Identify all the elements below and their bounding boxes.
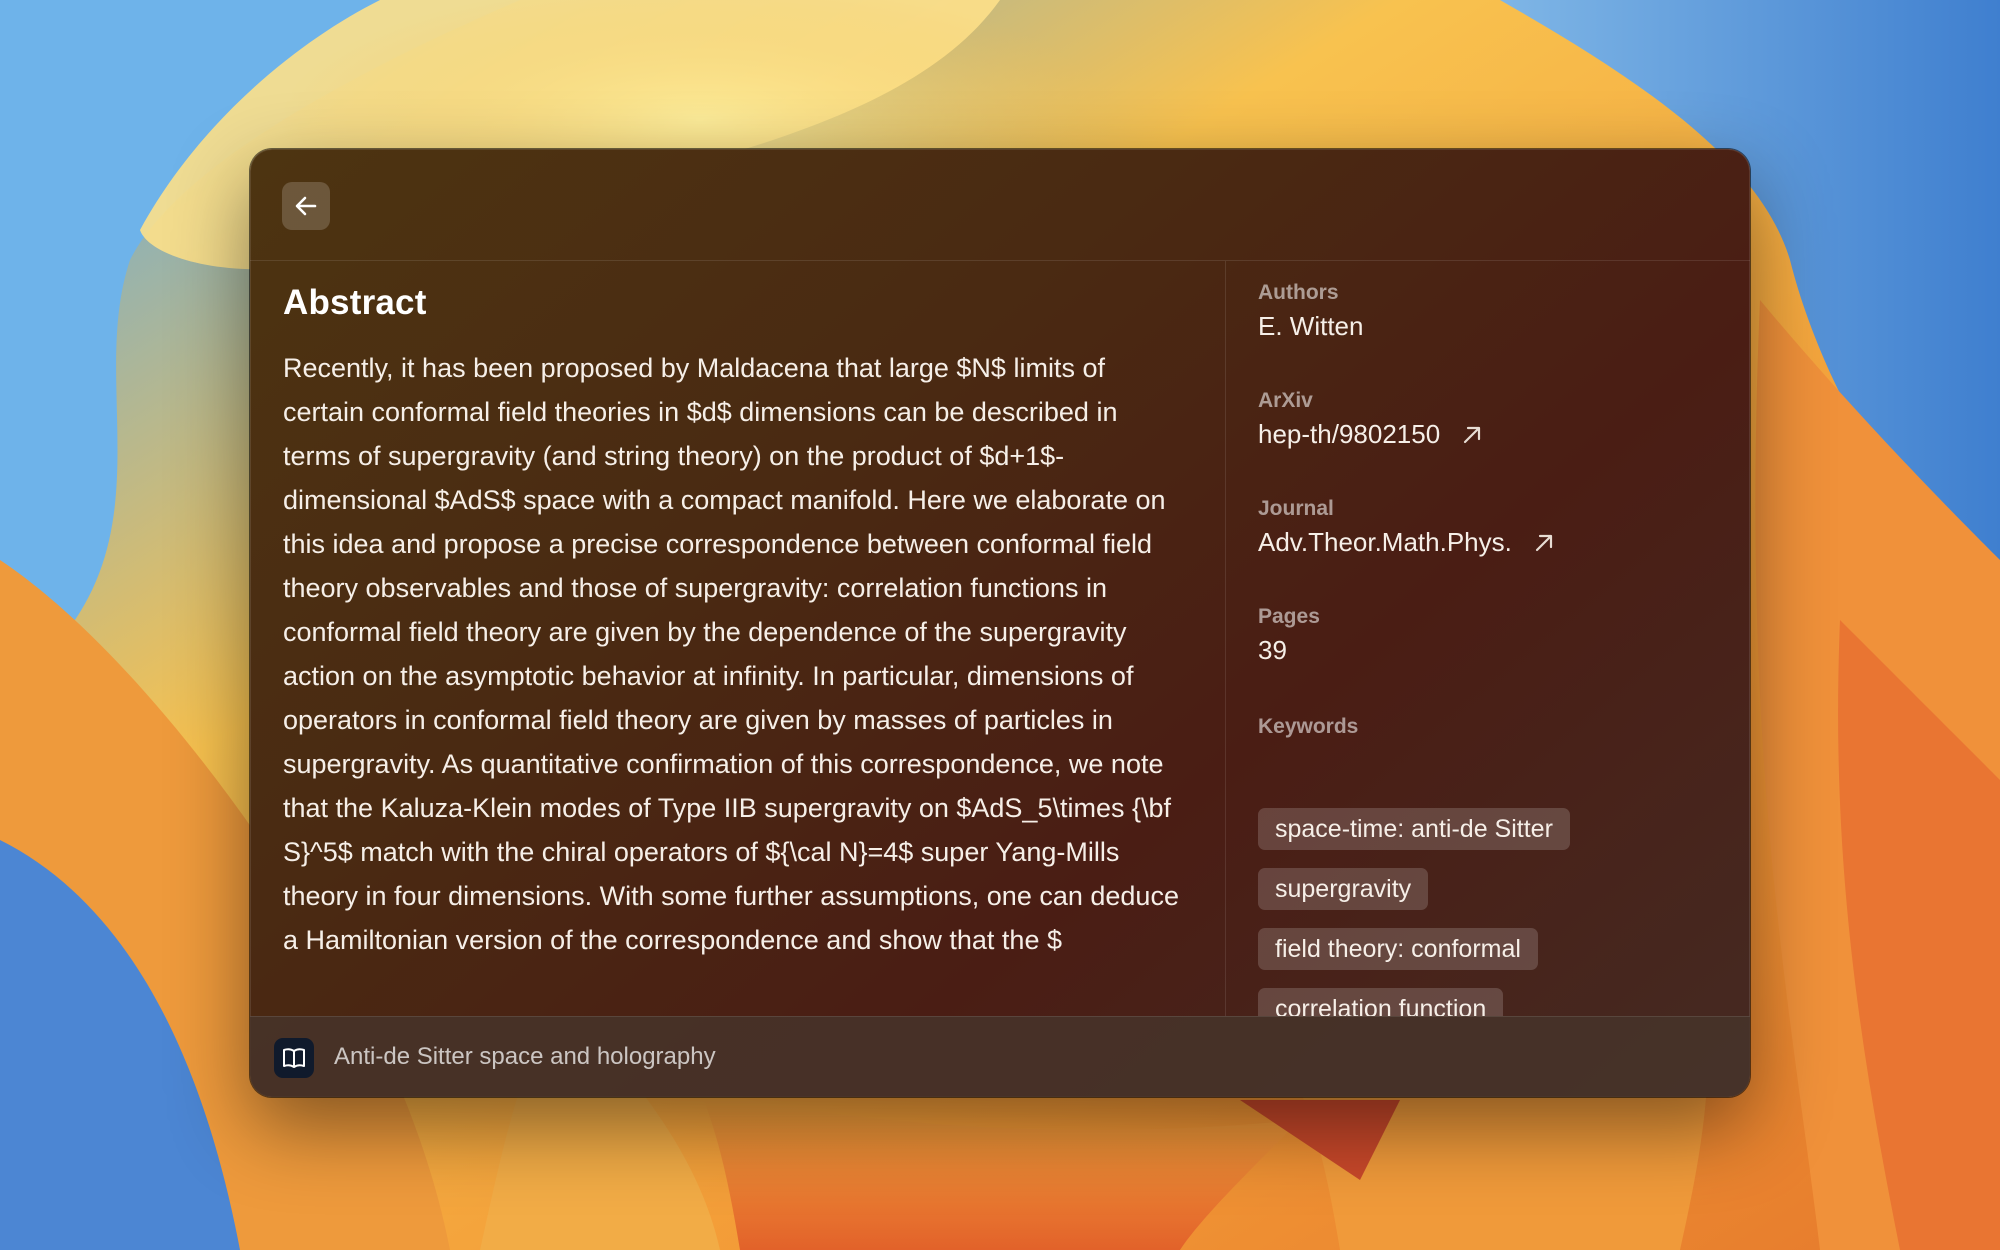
pages-label: Pages bbox=[1258, 605, 1320, 628]
book-open-icon bbox=[274, 1038, 314, 1078]
arxiv-link[interactable]: hep-th/9802150 bbox=[1258, 419, 1484, 450]
pages-value: 39 bbox=[1258, 635, 1287, 665]
authors-label: Authors bbox=[1258, 281, 1339, 304]
arrow-left-icon bbox=[293, 193, 319, 219]
keyword-tag[interactable]: space-time: anti-de Sitter bbox=[1258, 808, 1570, 850]
journal-label: Journal bbox=[1258, 497, 1334, 520]
keyword-tag[interactable]: field theory: conformal bbox=[1258, 928, 1538, 970]
external-link-arrow-icon bbox=[1532, 531, 1556, 555]
metadata-panel: Authors E. Witten ArXiv hep-th/9802150 J… bbox=[1226, 261, 1750, 1016]
abstract-text: Recently, it has been proposed by Maldac… bbox=[283, 353, 1179, 955]
authors-value: E. Witten bbox=[1258, 311, 1364, 341]
journal-value: Adv.Theor.Math.Phys. bbox=[1258, 527, 1512, 557]
external-link-arrow-icon bbox=[1460, 423, 1484, 447]
toolbar bbox=[250, 149, 1750, 261]
paper-title: Anti-de Sitter space and holography bbox=[334, 1043, 716, 1070]
back-button[interactable] bbox=[282, 182, 330, 230]
keyword-tag[interactable]: correlation function bbox=[1258, 988, 1504, 1016]
keyword-tag[interactable]: supergravity bbox=[1258, 868, 1429, 910]
arxiv-label: ArXiv bbox=[1258, 389, 1313, 412]
abstract-heading: Abstract bbox=[283, 283, 427, 322]
abstract-panel: Abstract Recently, it has been proposed … bbox=[250, 261, 1225, 1016]
keywords-label: Keywords bbox=[1258, 715, 1359, 738]
journal-link[interactable]: Adv.Theor.Math.Phys. bbox=[1258, 527, 1556, 558]
paper-detail-window: Abstract Recently, it has been proposed … bbox=[250, 149, 1750, 1097]
arxiv-value: hep-th/9802150 bbox=[1258, 419, 1441, 449]
footer-bar: Anti-de Sitter space and holography bbox=[250, 1016, 1750, 1097]
